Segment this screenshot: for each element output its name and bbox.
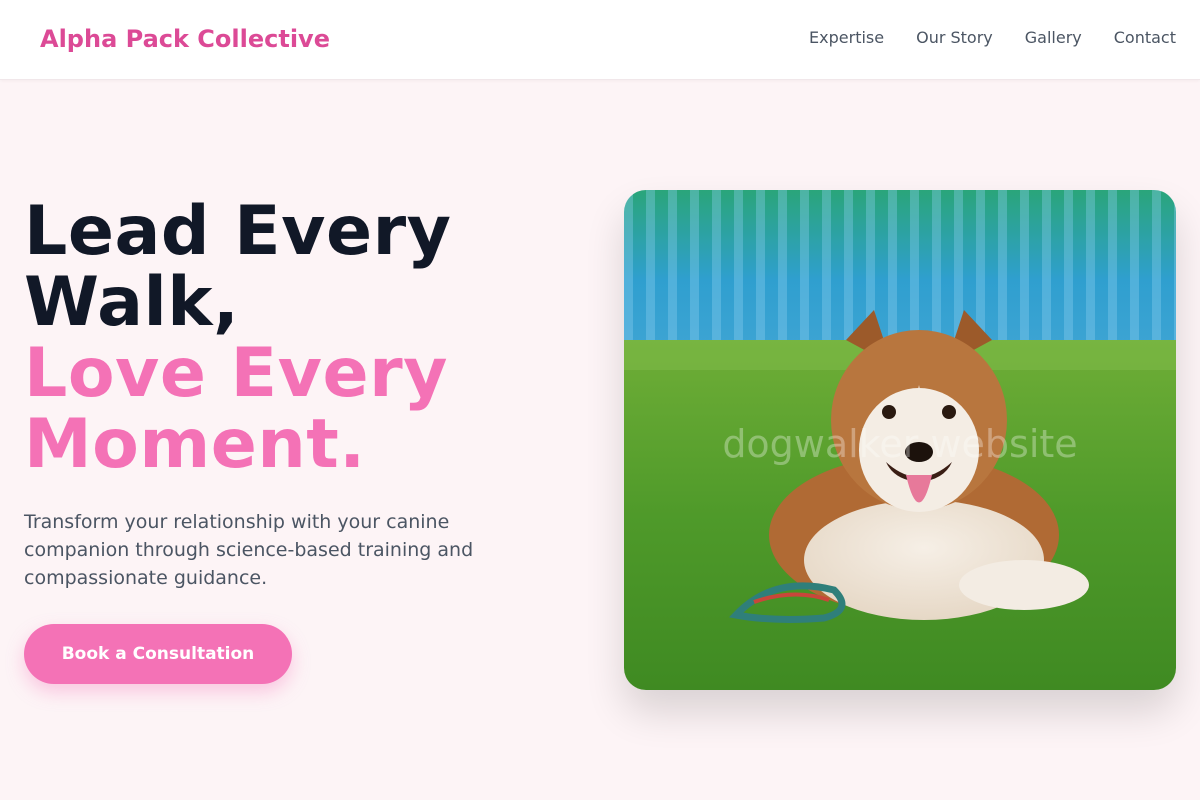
nav-link-expertise[interactable]: Expertise (809, 28, 884, 48)
site-header: Alpha Pack Collective Expertise Our Stor… (0, 0, 1200, 80)
photo-watermark: dogwalker website (722, 422, 1078, 466)
headline-line-3: Love Every (24, 334, 448, 413)
nav-link-gallery[interactable]: Gallery (1025, 28, 1082, 48)
brand-logo[interactable]: Alpha Pack Collective (40, 24, 330, 54)
book-consultation-button[interactable]: Book a Consultation (24, 624, 292, 684)
hero-headline: Lead Every Walk, Love Every Moment. (24, 196, 544, 480)
nav-link-contact[interactable]: Contact (1114, 28, 1176, 48)
hero-subtitle: Transform your relationship with your ca… (24, 511, 474, 589)
hero-heading: Lead Every Walk, Love Every Moment. (24, 196, 544, 480)
hero-dog-photo: dogwalker website (624, 190, 1176, 690)
headline-line-4: Moment. (24, 405, 366, 484)
headline-line-2: Walk, (24, 263, 240, 342)
headline-line-1: Lead Every (24, 192, 452, 271)
nav-link-our-story[interactable]: Our Story (916, 28, 993, 48)
main-nav: Expertise Our Story Gallery Contact (809, 28, 1176, 48)
